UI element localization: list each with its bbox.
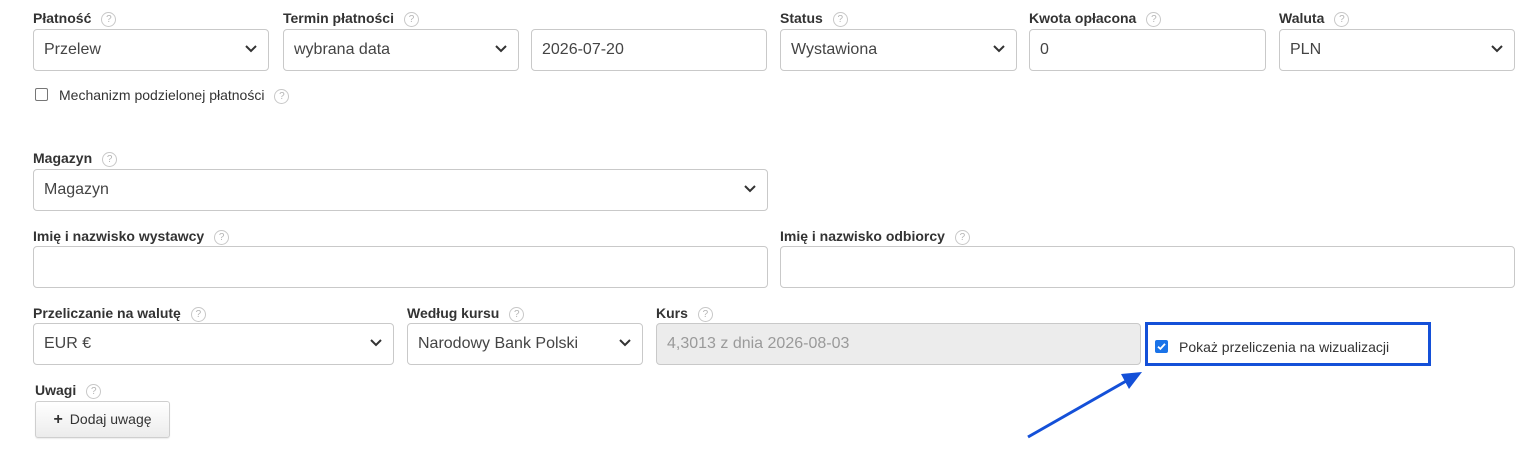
payment-label-text: Płatność (33, 10, 92, 26)
amount-paid-label: Kwota opłacona? (1029, 10, 1162, 27)
help-icon[interactable]: ? (954, 230, 970, 245)
convert-currency-label-text: Przeliczanie na walutę (33, 305, 181, 321)
chevron-down-icon (370, 339, 382, 347)
amount-paid-value: 0 (1040, 41, 1049, 58)
exchange-source-value: Narodowy Bank Polski (418, 335, 579, 352)
split-payment-checkbox[interactable] (35, 88, 48, 101)
help-icon[interactable]: ? (697, 307, 713, 322)
convert-currency-value: EUR € (44, 335, 92, 352)
amount-paid-label-text: Kwota opłacona (1029, 10, 1137, 26)
notes-label-text: Uwagi (35, 382, 77, 398)
help-icon[interactable]: ? (190, 307, 206, 322)
rate-label-text: Kurs (656, 305, 688, 321)
rate-input: 4,3013 z dnia 2026-08-03 (656, 323, 1141, 365)
help-icon[interactable]: ? (86, 384, 102, 399)
help-icon[interactable]: ? (832, 12, 848, 27)
recipient-name-input[interactable] (780, 246, 1515, 288)
help-icon[interactable]: ? (214, 230, 230, 245)
status-select[interactable]: Wystawiona (780, 29, 1017, 71)
issuer-name-input[interactable] (33, 246, 768, 288)
currency-select[interactable]: PLN (1279, 29, 1515, 71)
chevron-down-icon (245, 45, 257, 53)
arrow-annotation (1027, 372, 1142, 439)
help-icon[interactable]: ? (102, 152, 118, 167)
payment-date-value: 2026-07-20 (542, 41, 624, 58)
chevron-down-icon (744, 185, 756, 193)
convert-currency-label: Przeliczanie na walutę? (33, 305, 206, 322)
exchange-source-label-text: Według kursu (407, 305, 500, 321)
currency-label-text: Waluta (1279, 10, 1325, 26)
convert-currency-select[interactable]: EUR € (33, 323, 394, 365)
rate-value: 4,3013 z dnia 2026-08-03 (667, 335, 850, 352)
rate-label: Kurs? (656, 305, 713, 322)
payment-label: Płatność? (33, 10, 117, 27)
amount-paid-input[interactable]: 0 (1029, 29, 1266, 71)
chevron-down-icon (1491, 45, 1503, 53)
warehouse-select[interactable]: Magazyn (33, 169, 768, 211)
help-icon[interactable]: ? (509, 307, 525, 322)
warehouse-label-text: Magazyn (33, 150, 93, 166)
help-icon[interactable]: ? (403, 12, 419, 27)
split-payment-row: Mechanizm podzielonej płatności? (35, 87, 290, 104)
recipient-name-label: Imię i nazwisko odbiorcy? (780, 228, 970, 245)
payment-term-select[interactable]: wybrana data (283, 29, 519, 71)
add-note-button[interactable]: + Dodaj uwagę (35, 401, 170, 438)
chevron-down-icon (495, 45, 507, 53)
currency-select-value: PLN (1290, 41, 1322, 58)
status-label: Status? (780, 10, 848, 27)
show-conversion-row: Pokaż przeliczenia na wizualizacji (1155, 339, 1389, 355)
help-icon[interactable]: ? (1146, 12, 1162, 27)
payment-term-label: Termin płatności? (283, 10, 419, 27)
check-icon (1157, 343, 1166, 351)
recipient-name-label-text: Imię i nazwisko odbiorcy (780, 228, 945, 244)
help-icon[interactable]: ? (101, 12, 117, 27)
payment-select[interactable]: Przelew (33, 29, 269, 71)
issuer-name-label-text: Imię i nazwisko wystawcy (33, 228, 205, 244)
payment-term-select-value: wybrana data (294, 41, 391, 58)
warehouse-label: Magazyn? (33, 150, 118, 167)
payment-date-input[interactable]: 2026-07-20 (531, 29, 767, 71)
issuer-name-label: Imię i nazwisko wystawcy? (33, 228, 230, 245)
help-icon[interactable]: ? (274, 89, 290, 104)
chevron-down-icon (619, 339, 631, 347)
show-conversion-checkbox[interactable] (1155, 340, 1168, 353)
plus-icon: + (53, 411, 63, 428)
split-payment-label[interactable]: Mechanizm podzielonej płatności (59, 87, 264, 103)
help-icon[interactable]: ? (1334, 12, 1350, 27)
add-note-button-label: Dodaj uwagę (69, 411, 152, 427)
payment-term-label-text: Termin płatności (283, 10, 394, 26)
currency-label: Waluta? (1279, 10, 1350, 27)
status-select-value: Wystawiona (791, 41, 878, 58)
warehouse-select-value: Magazyn (44, 181, 109, 198)
status-label-text: Status (780, 10, 823, 26)
chevron-down-icon (993, 45, 1005, 53)
exchange-source-label: Według kursu? (407, 305, 525, 322)
payment-select-value: Przelew (44, 41, 101, 58)
notes-label: Uwagi? (35, 382, 102, 399)
exchange-source-select[interactable]: Narodowy Bank Polski (407, 323, 643, 365)
show-conversion-label[interactable]: Pokaż przeliczenia na wizualizacji (1179, 339, 1389, 355)
